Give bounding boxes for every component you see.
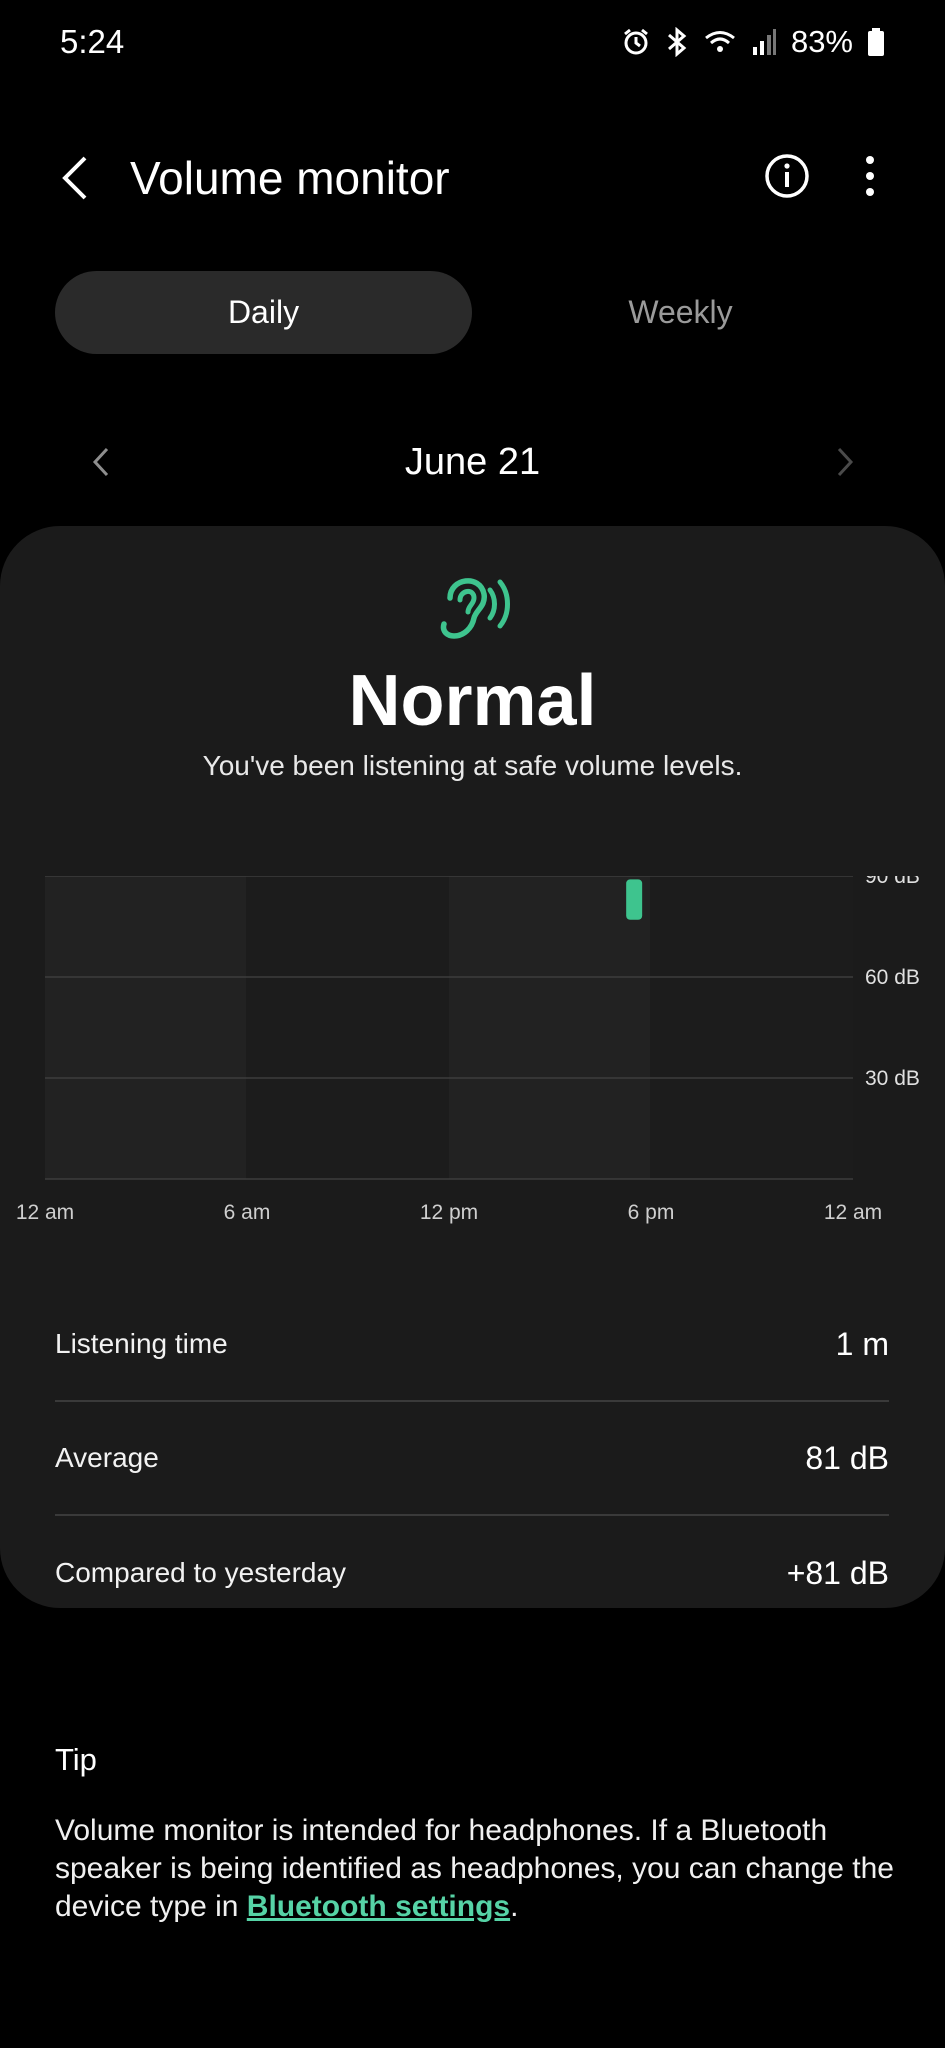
tip-end: .: [510, 1890, 519, 1923]
status-time: 5:24: [60, 23, 125, 60]
volume-chart-svg: 90 dB 60 dB 30 dB 12 am 6 am 12 pm 6 pm 12 am: [16, 865, 920, 1224]
back-button[interactable]: [50, 150, 100, 206]
chart-x-tick-label: 6 pm: [628, 1201, 675, 1224]
chart-x-tick-label: 12 pm: [420, 1201, 478, 1224]
ear-icon: [440, 578, 510, 639]
stat-label: Listening time: [55, 1328, 228, 1359]
volume-chart: 90 dB 60 dB 30 dB 12 am 6 am 12 pm 6 pm 12 am: [0, 865, 945, 1296]
tab-weekly[interactable]: Weekly: [472, 271, 889, 354]
chart-y-tick-label: 30 dB: [865, 1067, 920, 1090]
chevron-right-icon: [837, 447, 854, 477]
alarm-icon: [621, 27, 651, 57]
chart-x-tick-label: 12 am: [16, 1201, 74, 1224]
tab-daily[interactable]: Daily: [55, 271, 472, 354]
volume-status-title: Normal: [348, 661, 597, 741]
stat-label: Average: [55, 1442, 159, 1473]
chart-x-tick-label: 6 am: [224, 1201, 271, 1224]
stats-list: Listening time 1 m Average 81 dB Compare…: [55, 1288, 889, 1630]
stat-value: +81 dB: [786, 1554, 889, 1591]
signal-icon: [751, 27, 777, 57]
volume-status-description: You've been listening at safe volume lev…: [202, 750, 743, 781]
volume-summary-card: Normal You've been listening at safe vol…: [0, 526, 945, 1608]
more-vertical-icon: [866, 156, 874, 196]
date-label: June 21: [404, 441, 541, 483]
stat-row-listening-time: Listening time 1 m: [55, 1288, 889, 1402]
chart-x-tick-label: 12 am: [824, 1201, 882, 1224]
stat-row-average: Average 81 dB: [55, 1402, 889, 1516]
info-button[interactable]: [762, 148, 812, 204]
stat-label: Compared to yesterday: [55, 1557, 347, 1588]
bluetooth-icon: [665, 27, 689, 57]
tip-title: Tip: [55, 1742, 97, 1777]
chart-bar: [626, 879, 643, 920]
tip-text: Volume monitor is intended for headphone…: [55, 1812, 905, 1926]
stat-value: 1 m: [835, 1325, 889, 1362]
chart-y-tick-label: 90 dB: [865, 876, 920, 888]
page-title: Volume monitor: [130, 152, 450, 204]
bluetooth-settings-link[interactable]: Bluetooth settings: [247, 1890, 510, 1923]
chart-band-1: [45, 876, 246, 1179]
chart-band-2: [246, 876, 449, 1179]
status-icons: 83%: [621, 24, 885, 60]
stat-value: 81 dB: [805, 1439, 889, 1476]
info-icon: [765, 154, 809, 198]
status-bar: 5:24 83%: [0, 0, 945, 84]
battery-icon: [867, 27, 885, 57]
wifi-icon: [703, 27, 737, 57]
date-navigator: June 21: [0, 430, 945, 494]
chart-band-3: [449, 876, 650, 1179]
next-date-button[interactable]: [830, 438, 860, 486]
battery-text: 83%: [790, 24, 853, 59]
chart-y-tick-label: 60 dB: [865, 966, 920, 989]
more-options-button[interactable]: [846, 148, 894, 204]
stat-row-compared: Compared to yesterday +81 dB: [55, 1516, 889, 1630]
chart-band-4: [650, 876, 853, 1179]
app-header: Volume monitor: [0, 130, 945, 225]
back-arrow-icon: [62, 156, 87, 200]
tip-section: Tip Volume monitor is intended for headp…: [55, 1742, 905, 1926]
period-tabs: Daily Weekly: [55, 271, 889, 354]
